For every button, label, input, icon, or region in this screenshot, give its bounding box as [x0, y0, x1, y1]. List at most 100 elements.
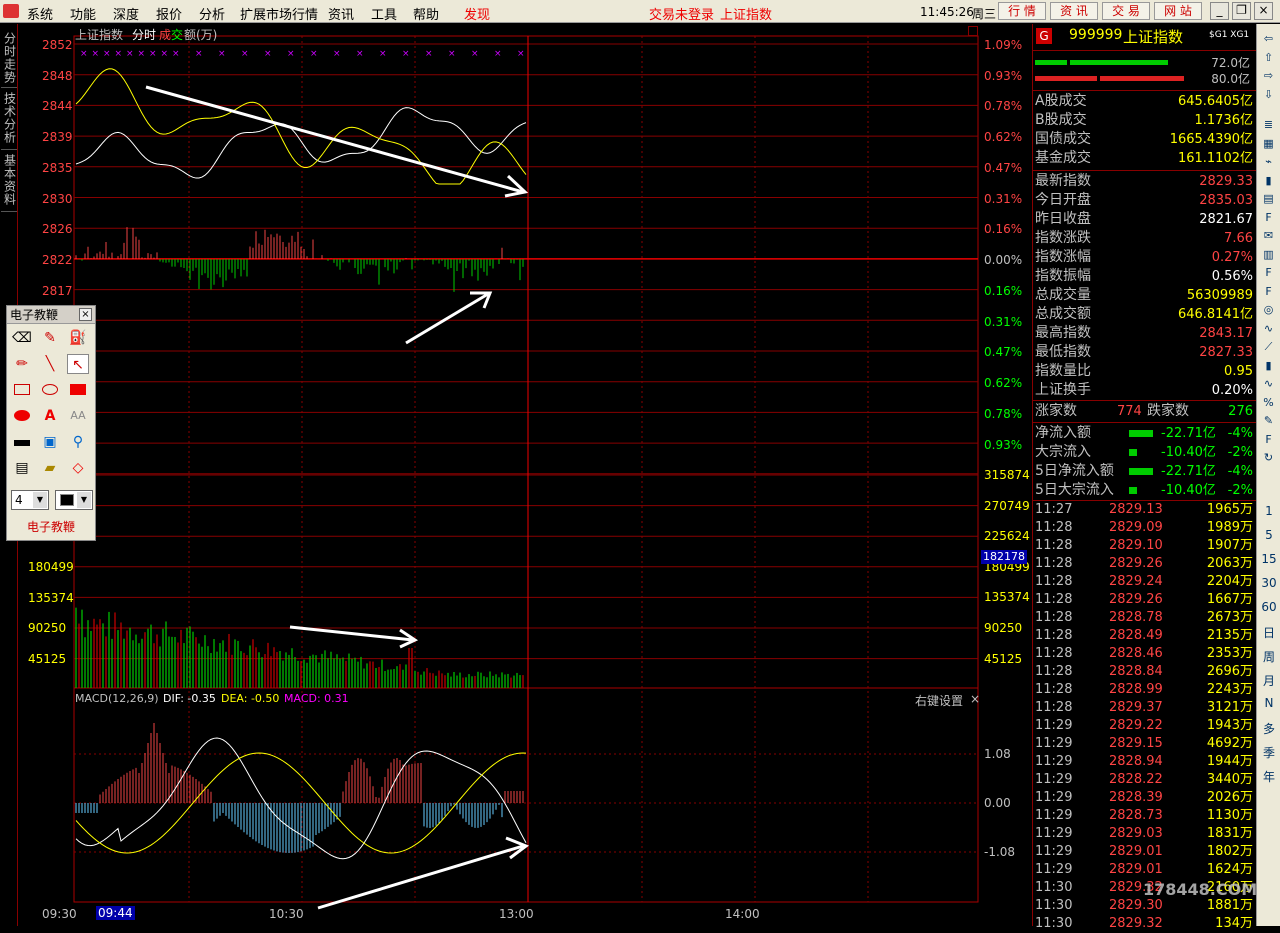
wave-icon[interactable]: ∿	[1260, 320, 1277, 337]
color-select[interactable]: ▼	[55, 490, 93, 510]
volume-icon[interactable]: ∿	[1260, 375, 1277, 392]
save-icon[interactable]: ▤	[11, 458, 33, 478]
list-icon[interactable]: ≣	[1260, 116, 1277, 133]
time-marker: ×	[333, 49, 341, 59]
rect-outline-icon[interactable]	[11, 380, 33, 400]
tab-technical[interactable]: 技术分析	[1, 90, 17, 150]
quick-button-website[interactable]: 网 站	[1154, 2, 1202, 20]
menu-system[interactable]: 系统	[27, 4, 53, 23]
menu-function[interactable]: 功能	[70, 4, 96, 23]
quick-button-news[interactable]: 资 讯	[1050, 2, 1098, 20]
pencil-icon[interactable]: ✏	[11, 354, 33, 374]
zoom-icon[interactable]: ⚲	[67, 432, 89, 452]
circle-icon[interactable]: ◎	[1260, 301, 1277, 318]
arrow-tool-icon[interactable]: ↖	[67, 354, 89, 374]
pen-icon[interactable]: ✎	[39, 328, 61, 348]
tick-price: 2828.39	[1109, 790, 1163, 805]
tick-time: 11:28	[1035, 574, 1073, 589]
macd-settings[interactable]: 右键设置	[915, 692, 963, 709]
time-marker: ×	[161, 49, 169, 59]
arrow-down-icon[interactable]: ⇩	[1260, 86, 1277, 103]
bucket-icon[interactable]: ⛽	[67, 328, 89, 348]
percent-icon[interactable]: %	[1260, 394, 1277, 411]
period-button[interactable]: 年	[1257, 768, 1280, 785]
period-button[interactable]: N	[1257, 696, 1280, 710]
stat-label: 指数涨跌	[1035, 230, 1091, 246]
time-marker: ×	[356, 49, 364, 59]
menu-help[interactable]: 帮助	[413, 4, 439, 23]
menu-depth[interactable]: 深度	[113, 4, 139, 23]
restore-icon[interactable]: ❐	[1232, 2, 1251, 20]
arrow-right-icon[interactable]: ⇨	[1260, 67, 1277, 84]
menu-news[interactable]: 资讯	[328, 4, 354, 23]
period-button[interactable]: 60	[1257, 600, 1280, 614]
line-chart-icon[interactable]: ⟋	[1260, 338, 1277, 355]
open-folder-icon[interactable]: ▰	[39, 458, 61, 478]
tick-amount: 2135万	[1206, 628, 1253, 643]
period-button[interactable]: 季	[1257, 744, 1280, 761]
period-button[interactable]: 30	[1257, 576, 1280, 590]
stat-label: 昨日收盘	[1035, 211, 1091, 227]
flow-pct: -2%	[1227, 483, 1253, 498]
line-width-select[interactable]: 4 ▼	[11, 490, 49, 510]
f6-icon[interactable]: F	[1260, 283, 1277, 300]
bar-chart-icon[interactable]: ▮	[1260, 357, 1277, 374]
drawing-toolbox[interactable]: 电子教鞭 × ⌫ ✎ ⛽ ✏ ╲ ↖ A AA ▣ ⚲ ▤ ▰ ◇ 4 ▼ ▼ 电…	[6, 305, 96, 541]
period-button[interactable]: 5	[1257, 528, 1280, 542]
toolbox-close-icon[interactable]: ×	[79, 308, 92, 321]
quick-button-trade[interactable]: 交 易	[1102, 2, 1150, 20]
period-button[interactable]: 周	[1257, 648, 1280, 665]
tab-intraday[interactable]: 分时走势	[1, 30, 17, 88]
rect-filled-icon[interactable]	[67, 380, 89, 400]
tick-row: 11:28 2829.24 2204万	[1035, 573, 1255, 591]
period-button[interactable]: 15	[1257, 552, 1280, 566]
weekday: 周三	[972, 7, 997, 21]
menu-tools[interactable]: 工具	[371, 4, 397, 23]
menu-quote[interactable]: 报价	[156, 4, 182, 23]
clear-icon[interactable]: ◇	[67, 458, 89, 478]
refresh-icon[interactable]: ↻	[1260, 449, 1277, 466]
font-size-icon[interactable]: AA	[67, 406, 89, 426]
buy-bar-short	[1035, 60, 1067, 65]
line-style-icon[interactable]	[11, 432, 33, 452]
chart-expand-icon[interactable]	[968, 26, 978, 36]
menu-discover[interactable]: 发现	[464, 4, 490, 23]
chart-canvas[interactable]: × × × × × × × × × × × × × × × × × × × × × × × ×	[18, 24, 1030, 926]
menu-extended-market[interactable]: 扩展市场行情	[240, 4, 318, 23]
candle-icon[interactable]: ▮	[1260, 172, 1277, 189]
f5-icon[interactable]: F	[1260, 431, 1277, 448]
period-button[interactable]: 1	[1257, 504, 1280, 518]
tick-row: 11:30 2829.32 134万	[1035, 915, 1255, 933]
quick-button-market[interactable]: 行 情	[998, 2, 1046, 20]
period-button[interactable]: 日	[1257, 624, 1280, 641]
tick-price: 2829.30	[1109, 898, 1163, 913]
tick-row: 11:28 2829.37 3121万	[1035, 699, 1255, 717]
pencil-icon[interactable]: ✎	[1260, 412, 1277, 429]
eraser-icon[interactable]: ⌫	[11, 328, 33, 348]
ellipse-filled-icon[interactable]	[11, 406, 33, 426]
table-icon[interactable]: ▤	[1260, 190, 1277, 207]
arrow-up-icon[interactable]: ⇧	[1260, 49, 1277, 66]
f2-icon[interactable]: F	[1260, 264, 1277, 281]
bookmark-icon[interactable]: ▥	[1260, 246, 1277, 263]
menu-analysis[interactable]: 分析	[199, 4, 225, 23]
period-button[interactable]: 多	[1257, 720, 1280, 737]
minimize-icon[interactable]: _	[1210, 2, 1229, 20]
line-icon[interactable]: ╲	[39, 354, 61, 374]
intraday-chart[interactable]: × × × × × × × × × × × × × × × × × × × × × × × × 上证指数 分时 成 交 额(万…	[18, 24, 1030, 926]
chart-icon[interactable]: ⌁	[1260, 153, 1277, 170]
news-icon[interactable]: ✉	[1260, 227, 1277, 244]
close-icon[interactable]: ×	[1254, 2, 1273, 20]
tab-fundamentals[interactable]: 基本资料	[1, 152, 17, 212]
volume-bars	[75, 607, 524, 688]
grid-icon[interactable]: ▦	[1260, 135, 1277, 152]
period-button[interactable]: 月	[1257, 672, 1280, 689]
text-tool-icon[interactable]: A	[39, 406, 61, 426]
ellipse-outline-icon[interactable]	[39, 380, 61, 400]
trade-status[interactable]: 交易未登录	[649, 4, 714, 23]
macd-close-icon[interactable]: ×	[970, 692, 980, 706]
f10-icon[interactable]: F	[1260, 209, 1277, 226]
arrow-left-icon[interactable]: ⇦	[1260, 30, 1277, 47]
screen-icon[interactable]: ▣	[39, 432, 61, 452]
stat-label: 指数振幅	[1035, 268, 1091, 284]
